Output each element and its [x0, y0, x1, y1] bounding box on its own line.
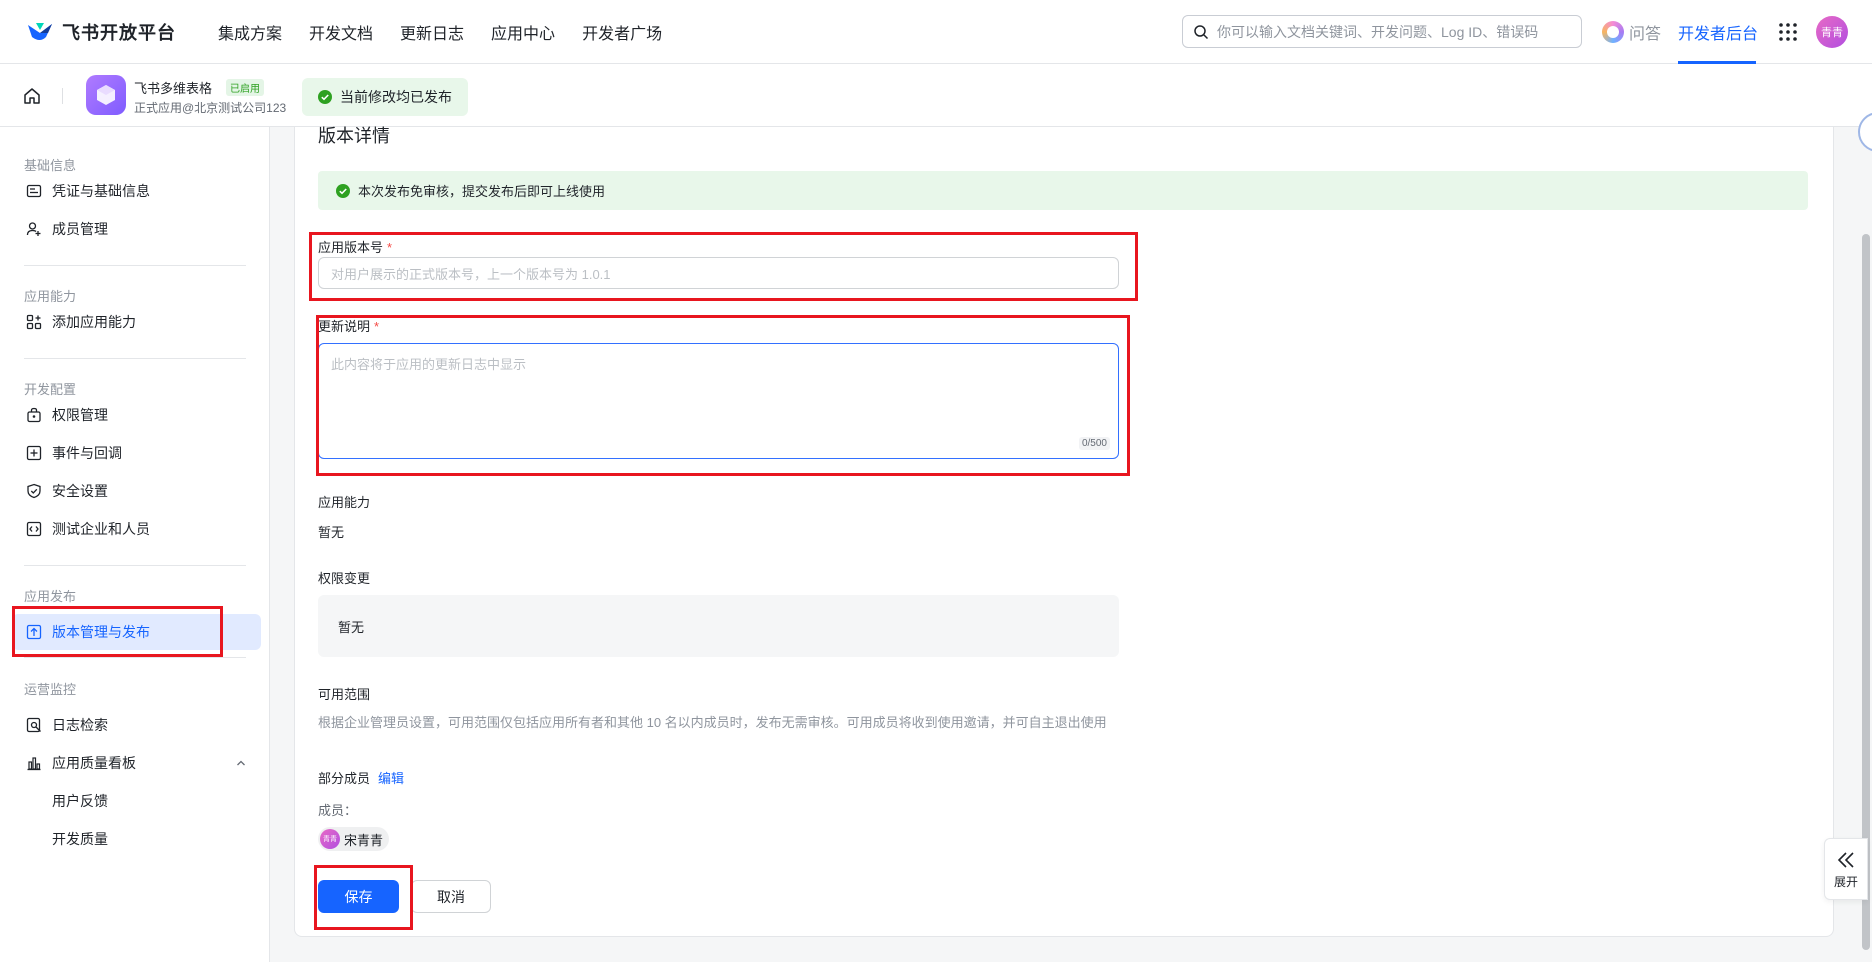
annotation-box-save	[314, 865, 413, 930]
sidebar-item-label: 添加应用能力	[52, 314, 136, 330]
shield-icon	[27, 483, 41, 499]
sidebar-item-label: 成员管理	[52, 221, 108, 237]
divider	[62, 88, 63, 104]
sidebar-item-label: 应用质量看板	[52, 755, 136, 771]
sidebar-item-label: 安全设置	[52, 483, 108, 499]
app-logo-icon	[86, 75, 126, 115]
ability-label: 应用能力	[318, 495, 371, 510]
sidebar-item-permissions[interactable]: 权限管理	[12, 397, 261, 433]
top-nav: 集成方案 开发文档 更新日志 应用中心 开发者广场	[218, 20, 689, 44]
ability-value: 暂无	[318, 525, 345, 540]
annotation-box-sidebar	[12, 606, 223, 657]
expand-label: 展开	[1833, 874, 1858, 889]
sidebar-item-feedback[interactable]: 用户反馈	[12, 783, 261, 819]
divider	[24, 265, 246, 266]
check-circle-icon	[318, 90, 332, 104]
search-input[interactable]: 你可以输入文档关键词、开发问题、Log ID、错误码	[1182, 15, 1582, 48]
avatar: 青青	[320, 829, 340, 849]
sidebar-item-add-ability[interactable]: 添加应用能力	[12, 304, 261, 340]
expand-panel-button[interactable]: 展开	[1824, 838, 1868, 900]
event-icon	[26, 445, 42, 461]
sidebar-item-events[interactable]: 事件与回调	[12, 435, 261, 471]
members-label: 成员：	[318, 803, 358, 818]
review-notice: 本次发布免审核，提交发布后即可上线使用	[318, 171, 1808, 210]
nav-docs[interactable]: 开发文档	[309, 20, 373, 44]
nav-app-center[interactable]: 应用中心	[491, 20, 555, 44]
add-user-icon	[26, 222, 41, 236]
brand-name: 飞书开放平台	[62, 22, 176, 43]
sidebar-item-credentials[interactable]: 凭证与基础信息	[12, 173, 261, 209]
user-avatar[interactable]: 青青	[1816, 16, 1848, 48]
nav-changelog[interactable]: 更新日志	[400, 20, 464, 44]
nav-developer-square[interactable]: 开发者广场	[582, 20, 662, 44]
member-name: 宋青青	[344, 832, 384, 848]
divider	[24, 565, 246, 566]
publish-status-text: 当前修改均已发布	[340, 89, 452, 105]
sidebar-group-basic: 基础信息	[24, 158, 77, 173]
sidebar-item-logs[interactable]: 日志检索	[12, 707, 261, 743]
search-placeholder: 你可以输入文档关键词、开发问题、Log ID、错误码	[1217, 23, 1539, 40]
add-app-icon	[26, 314, 42, 330]
app-header: 飞书多维表格 已启用 正式应用@北京测试公司123 当前修改均已发布	[0, 64, 1872, 127]
section-title: 版本详情	[318, 126, 390, 146]
nav-solutions[interactable]: 集成方案	[218, 20, 282, 44]
edit-scope-link[interactable]: 编辑	[378, 771, 404, 786]
permission-change-label: 权限变更	[318, 571, 371, 586]
double-chevron-left-icon	[1837, 851, 1854, 868]
qa-button[interactable]: 问答	[1602, 20, 1661, 44]
app-status-badge: 已启用	[226, 79, 264, 96]
code-icon	[26, 521, 42, 537]
sidebar-item-quality[interactable]: 应用质量看板	[12, 745, 261, 781]
divider	[24, 358, 246, 359]
sidebar-group-release: 应用发布	[24, 589, 77, 604]
feishu-logo-icon	[28, 22, 52, 40]
scope-type: 部分成员 编辑	[318, 768, 404, 787]
sidebar-item-security[interactable]: 安全设置	[12, 473, 261, 509]
qa-label: 问答	[1629, 26, 1662, 43]
permission-change-value: 暂无	[338, 619, 365, 635]
id-card-icon	[26, 184, 42, 198]
sidebar-item-label: 开发质量	[52, 831, 108, 847]
sidebar-item-label: 用户反馈	[52, 793, 108, 809]
sidebar-item-label: 凭证与基础信息	[52, 183, 150, 199]
home-icon[interactable]	[22, 86, 42, 106]
chevron-up-icon[interactable]	[235, 757, 247, 769]
sidebar-group-ability: 应用能力	[24, 289, 77, 304]
annotation-box-version	[309, 232, 1138, 301]
sidebar-item-test-org[interactable]: 测试企业和人员	[12, 511, 261, 547]
sidebar-item-label: 日志检索	[52, 717, 108, 733]
sidebar-item-label: 事件与回调	[52, 445, 122, 461]
top-navbar: 飞书开放平台 集成方案 开发文档 更新日志 应用中心 开发者广场 你可以输入文档…	[0, 0, 1872, 64]
sidebar: 基础信息 凭证与基础信息 成员管理 应用能力 添加应用能力 开发配置 权限管理 …	[0, 127, 270, 962]
search-icon	[1194, 24, 1209, 39]
publish-status-banner: 当前修改均已发布	[302, 78, 468, 116]
permission-change-box: 暂无	[318, 595, 1119, 657]
divider	[24, 657, 246, 658]
log-search-icon	[26, 717, 41, 733]
check-circle-icon	[336, 183, 350, 198]
notice-text: 本次发布免审核，提交发布后即可上线使用	[358, 184, 606, 199]
app-grid-icon[interactable]	[1778, 22, 1798, 42]
sidebar-item-label: 权限管理	[52, 407, 108, 423]
lock-icon	[27, 407, 41, 423]
ai-assistant-icon	[1602, 21, 1624, 43]
app-name: 飞书多维表格	[134, 81, 213, 96]
scope-description: 根据企业管理员设置，可用范围仅包括应用所有者和其他 10 名以内成员时，发布无需…	[318, 715, 1107, 730]
brand[interactable]: 飞书开放平台	[26, 19, 176, 45]
developer-console-link[interactable]: 开发者后台	[1678, 20, 1758, 44]
scope-label: 可用范围	[318, 687, 371, 702]
scope-type-text: 部分成员	[318, 771, 371, 786]
member-chip[interactable]: 青青 宋青青	[318, 827, 390, 851]
sidebar-item-label: 测试企业和人员	[52, 521, 150, 537]
sidebar-group-dev: 开发配置	[24, 382, 77, 397]
bar-chart-icon	[27, 757, 41, 771]
app-subtitle: 正式应用@北京测试公司123	[134, 101, 287, 115]
annotation-box-notes	[316, 315, 1130, 476]
sidebar-group-ops: 运营监控	[24, 682, 77, 697]
cancel-button[interactable]: 取消	[411, 880, 491, 913]
sidebar-item-dev-quality[interactable]: 开发质量	[12, 821, 261, 857]
sidebar-item-members[interactable]: 成员管理	[12, 211, 261, 247]
